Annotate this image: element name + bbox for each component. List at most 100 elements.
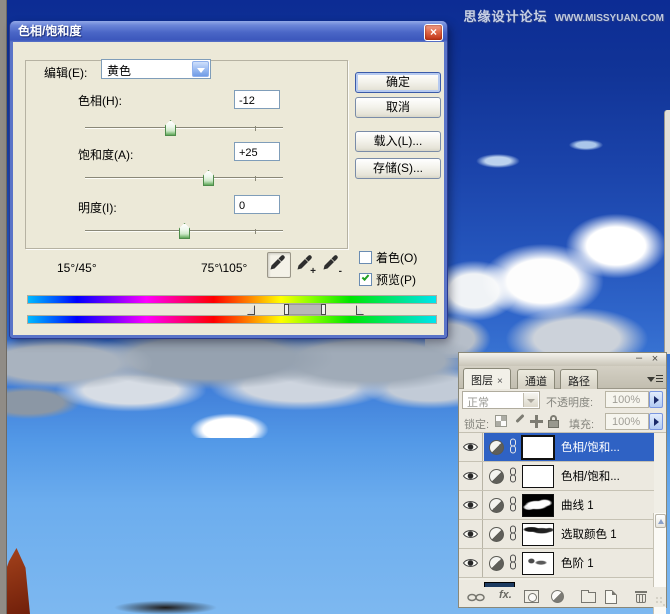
range-falloff-left: 15°/45° xyxy=(57,261,97,275)
fill-value[interactable]: 100% xyxy=(605,413,649,430)
layer-name[interactable]: 选取颜色 1 xyxy=(561,526,617,542)
colorize-checkbox[interactable]: 着色(O) xyxy=(359,249,417,266)
range-falloff-right: 75°\105° xyxy=(201,261,248,275)
edit-channel-select[interactable]: 黄色 xyxy=(101,59,211,79)
edit-channel-value: 黄色 xyxy=(107,64,132,78)
eyedropper-subtract-button[interactable]: - xyxy=(320,252,344,278)
layer-mask-thumbnail[interactable] xyxy=(522,522,554,546)
visibility-toggle[interactable] xyxy=(459,491,483,519)
opacity-value[interactable]: 100% xyxy=(605,391,649,408)
ok-button[interactable]: 确定 xyxy=(355,72,441,93)
tab-channels-label: 通道 xyxy=(525,376,547,388)
dialog-titlebar[interactable]: 色相/饱和度 xyxy=(10,21,447,42)
visibility-toggle[interactable] xyxy=(459,549,483,577)
eye-icon xyxy=(462,472,479,480)
lock-paint-icon[interactable] xyxy=(513,415,526,428)
chevron-down-icon[interactable] xyxy=(523,393,538,407)
opacity-label: 不透明度: xyxy=(546,397,594,409)
layer-name[interactable]: 色相/饱和... xyxy=(561,439,620,455)
layer-name[interactable]: 色阶 1 xyxy=(561,555,594,571)
layer-row-hue-sat-2[interactable]: 色相/饱和... xyxy=(459,433,654,462)
layer-row-hue-sat-1[interactable]: 色相/饱和... xyxy=(459,462,654,491)
layer-row-levels[interactable]: 色阶 1 xyxy=(459,549,654,578)
edit-label: 编辑(E): xyxy=(41,64,91,81)
lightness-input[interactable] xyxy=(234,195,280,214)
layer-mask-thumbnail[interactable] xyxy=(522,464,554,488)
lock-all-icon[interactable] xyxy=(548,415,559,428)
blend-mode-select[interactable]: 正常 xyxy=(462,391,540,409)
tab-paths[interactable]: 路径 xyxy=(560,369,598,389)
lock-position-icon[interactable] xyxy=(530,415,543,428)
mask-link-icon xyxy=(509,467,517,486)
small-cloud xyxy=(468,150,528,172)
checkbox-box[interactable] xyxy=(359,273,372,286)
panel-close-icon[interactable]: × xyxy=(650,354,660,365)
eyedropper-add-button[interactable]: + xyxy=(294,252,318,278)
dock-edge-right xyxy=(664,110,670,354)
scroll-up-icon[interactable] xyxy=(655,514,666,528)
lightness-label: 明度(I): xyxy=(78,201,117,215)
panel-minimize-icon[interactable]: – xyxy=(634,353,644,364)
new-group-icon[interactable] xyxy=(581,590,596,603)
layer-name[interactable]: 曲线 1 xyxy=(561,497,594,513)
new-adjustment-layer-icon[interactable] xyxy=(551,590,564,603)
visibility-toggle[interactable] xyxy=(459,520,483,548)
chevron-down-icon[interactable] xyxy=(192,61,209,77)
adjustment-layer-icon xyxy=(489,555,504,571)
panel-bottom-toolbar: fx. xyxy=(459,587,666,607)
save-button[interactable]: 存储(S)... xyxy=(355,158,441,179)
panel-tab-strip: 图层 × 通道 路径 xyxy=(459,366,666,389)
tab-layers[interactable]: 图层 × xyxy=(463,368,511,389)
range-selection[interactable] xyxy=(284,304,326,315)
range-falloff-handle-left[interactable] xyxy=(247,305,255,315)
add-mask-icon[interactable] xyxy=(524,590,539,603)
resize-grip-icon[interactable] xyxy=(655,596,665,606)
eyedropper-icon xyxy=(270,255,285,270)
delete-layer-icon[interactable] xyxy=(635,590,647,603)
colorize-label: 着色(O) xyxy=(376,251,418,265)
lock-label: 锁定: xyxy=(464,419,490,431)
saturation-input[interactable] xyxy=(234,142,280,161)
adjustment-layer-icon xyxy=(489,526,504,542)
fill-label: 填充: xyxy=(569,419,595,431)
preview-checkbox[interactable]: 预览(P) xyxy=(359,271,416,288)
layer-row-selective-color[interactable]: 选取颜色 1 xyxy=(459,520,654,549)
hue-label: 色相(H): xyxy=(78,94,122,108)
range-handle-right[interactable] xyxy=(321,304,326,315)
layer-row-curves[interactable]: 曲线 1 xyxy=(459,491,654,520)
range-band[interactable] xyxy=(289,304,321,315)
tab-close-icon[interactable]: × xyxy=(497,376,503,387)
fill-arrow-icon[interactable] xyxy=(649,413,663,430)
hue-slider-track[interactable] xyxy=(85,126,283,131)
visibility-toggle[interactable] xyxy=(459,433,483,461)
eyedropper-button[interactable] xyxy=(267,252,291,278)
opacity-arrow-icon[interactable] xyxy=(649,391,663,408)
cancel-button[interactable]: 取消 xyxy=(355,97,441,118)
layer-name[interactable]: 色相/饱和... xyxy=(561,468,620,484)
range-falloff-handle-right[interactable] xyxy=(356,305,364,315)
hue-adjusted-bar xyxy=(27,315,437,324)
layer-mask-thumbnail[interactable] xyxy=(522,493,554,517)
link-layers-icon[interactable] xyxy=(467,593,485,605)
panel-menu-icon[interactable] xyxy=(647,372,663,386)
hue-input[interactable] xyxy=(234,90,280,109)
tab-paths-label: 路径 xyxy=(568,376,590,388)
visibility-toggle[interactable] xyxy=(459,462,483,490)
checkbox-box[interactable] xyxy=(359,251,372,264)
layer-mask-thumbnail[interactable] xyxy=(522,435,554,459)
tab-layers-label: 图层 xyxy=(471,375,493,387)
lock-transparency-icon[interactable] xyxy=(495,415,507,427)
layer-style-icon[interactable]: fx. xyxy=(499,589,512,601)
group-frame xyxy=(25,60,348,249)
layer-mask-thumbnail[interactable] xyxy=(522,551,554,575)
watermark: 思缘设计论坛 WWW.MISSYUAN.COM xyxy=(464,6,664,25)
new-layer-icon[interactable] xyxy=(605,590,617,604)
tab-channels[interactable]: 通道 xyxy=(517,369,555,389)
saturation-label: 饱和度(A): xyxy=(78,148,134,162)
close-button[interactable]: × xyxy=(424,24,443,41)
hue-saturation-dialog: 色相/饱和度 × 编辑(E): 黄色 色相(H): 饱和度(A): 明度(I):… xyxy=(10,21,447,338)
load-button[interactable]: 载入(L)... xyxy=(355,131,441,152)
saturation-slider-track[interactable] xyxy=(85,176,283,181)
eye-icon xyxy=(462,501,479,509)
close-icon: × xyxy=(429,25,437,39)
